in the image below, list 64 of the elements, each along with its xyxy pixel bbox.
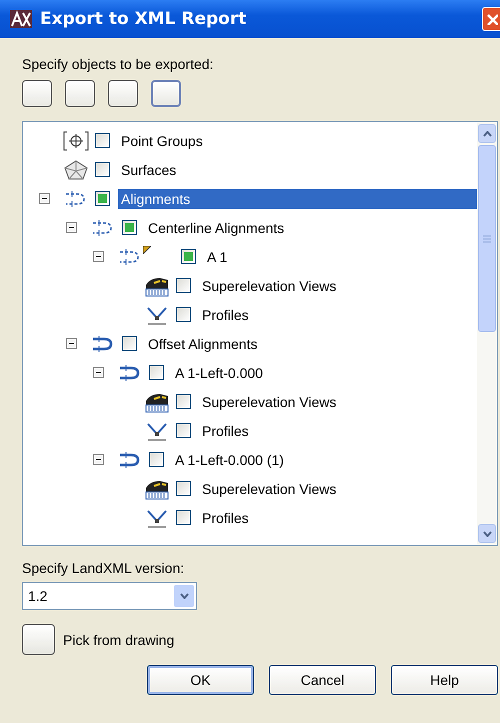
tree-item[interactable]: A 1	[204, 246, 230, 266]
collapse-toggle[interactable]	[66, 338, 77, 349]
toolbar-button[interactable]	[22, 80, 52, 107]
grip-icon	[483, 234, 491, 242]
app-logo-icon	[10, 10, 32, 28]
version-dropdown[interactable]: 1.2	[22, 582, 197, 610]
tree-checkbox[interactable]	[95, 162, 110, 177]
dialog-button[interactable]: OK	[147, 665, 254, 695]
version-label: Specify LandXML version:	[22, 560, 186, 576]
collapse-toggle[interactable]	[66, 222, 77, 233]
minus-icon	[68, 340, 75, 347]
scrollbar[interactable]	[477, 122, 497, 545]
minus-icon	[95, 369, 102, 376]
collapse-toggle[interactable]	[93, 454, 104, 465]
tree-checkbox[interactable]	[149, 452, 164, 467]
tree-item[interactable]: A 1-Left-0.000 (1)	[172, 450, 287, 470]
collapse-toggle[interactable]	[93, 367, 104, 378]
tree-checkbox[interactable]	[95, 133, 110, 148]
tree-item[interactable]: Profiles	[199, 508, 252, 528]
tree-item[interactable]: Superelevation Views	[199, 276, 340, 296]
dialog-button[interactable]: Cancel	[269, 665, 376, 695]
tree-checkbox[interactable]	[176, 423, 191, 438]
tree-item[interactable]: Surfaces	[118, 160, 180, 180]
objects-label: Specify objects to be exported:	[22, 56, 214, 72]
tree-item[interactable]: Alignments	[118, 188, 477, 208]
point-group-icon	[63, 130, 89, 152]
tree-item[interactable]: Superelevation Views	[199, 392, 340, 412]
close-icon	[486, 13, 498, 25]
close-button[interactable]	[482, 7, 500, 31]
collapse-toggle[interactable]	[93, 251, 104, 262]
tree-checkbox[interactable]	[176, 510, 191, 525]
tree-checkbox[interactable]	[122, 336, 137, 351]
window-title: Export to XML Report	[40, 9, 248, 29]
tree-checkbox[interactable]	[176, 394, 191, 409]
flag-icon	[143, 246, 151, 254]
minus-icon	[41, 195, 48, 202]
tree-item[interactable]: Superelevation Views	[199, 478, 340, 498]
tree-checkbox[interactable]	[149, 365, 164, 380]
tree-checkbox[interactable]	[181, 249, 196, 264]
tree-item[interactable]: Profiles	[199, 420, 252, 440]
minus-icon	[95, 253, 102, 260]
pick-button[interactable]	[22, 624, 55, 655]
tree-checkbox[interactable]	[176, 481, 191, 496]
scroll-thumb[interactable]	[478, 145, 496, 332]
pick-label: Pick from drawing	[63, 632, 174, 648]
tree-item[interactable]: Profiles	[199, 304, 252, 324]
surface-icon	[63, 158, 89, 180]
collapse-toggle[interactable]	[39, 193, 50, 204]
scroll-up-button[interactable]	[478, 124, 496, 143]
toolbar-button[interactable]	[65, 80, 95, 107]
minus-icon	[95, 456, 102, 463]
toolbar-button[interactable]	[151, 80, 181, 107]
tree-item[interactable]: A 1-Left-0.000	[172, 362, 266, 382]
scroll-down-button[interactable]	[478, 524, 496, 543]
toolbar-button[interactable]	[108, 80, 138, 107]
tree-checkbox[interactable]	[95, 191, 110, 206]
tree-item[interactable]: Centerline Alignments	[145, 218, 288, 238]
tree-checkbox[interactable]	[122, 220, 137, 235]
tree-item[interactable]: Offset Alignments	[145, 334, 260, 354]
dialog-button[interactable]: Help	[391, 665, 498, 695]
tree-checkbox[interactable]	[176, 307, 191, 322]
minus-icon	[68, 224, 75, 231]
tree-checkbox[interactable]	[176, 278, 191, 293]
tree-item[interactable]: Point Groups	[118, 130, 206, 150]
